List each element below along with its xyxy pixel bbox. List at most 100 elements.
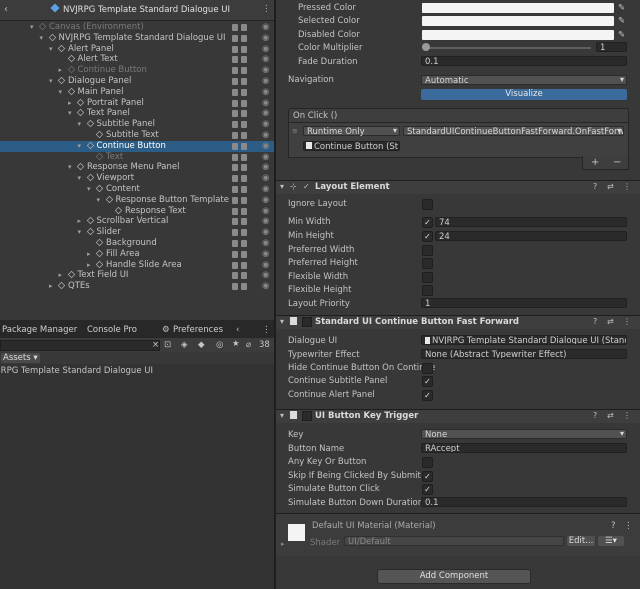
collapsed-arrow-icon[interactable]: ▸ [49,281,53,292]
typewriter-field[interactable]: None (Abstract Typewriter Effect) [421,349,627,359]
flexible-height-checkbox[interactable] [422,285,433,296]
hierarchy-row[interactable]: ▾ Slider ◉ [0,227,274,238]
enabled-checkbox[interactable] [302,317,312,327]
presets-icon[interactable]: ⇄ [607,182,614,191]
min-width-checkbox[interactable]: ✓ [422,217,433,228]
dialogue-ui-field[interactable]: NVJRPG Template Standard Dialogue UI (St… [421,335,627,345]
visibility-eye-icon[interactable]: ◉ [262,76,269,87]
runtime-dropdown[interactable]: Runtime Only [303,126,400,137]
skip-submit-checkbox[interactable]: ✓ [422,471,433,482]
add-component-button[interactable]: Add Component [377,569,531,584]
visibility-eye-icon[interactable]: ◉ [262,238,269,249]
min-height-checkbox[interactable]: ✓ [422,231,433,242]
visibility-eye-icon[interactable]: ◉ [262,216,269,227]
hide-continue-checkbox[interactable] [422,363,433,374]
hierarchy-row[interactable]: Subtitle Text ◉ [0,130,274,141]
fast-forward-header[interactable]: ▾ Standard UI Continue Button Fast Forwa… [276,315,640,329]
visibility-eye-icon[interactable]: ◉ [262,65,269,76]
collapsed-arrow-icon[interactable]: ▸ [78,216,82,227]
remove-item-button[interactable]: − [613,157,621,168]
layout-priority-input[interactable]: 1 [421,298,627,308]
favorite-star-icon[interactable]: ★ [232,339,240,349]
ignore-layout-checkbox[interactable] [422,199,433,210]
hierarchy-row[interactable]: ▾ Response Button Template ◉ [0,195,274,206]
visibility-eye-icon[interactable]: ◉ [262,141,269,152]
foldout-arrow-icon[interactable]: ▸ [281,540,285,548]
hierarchy-row[interactable]: Alert Text ◉ [0,54,274,65]
shader-options-icon[interactable]: ☰▾ [598,536,624,546]
component-menu-icon[interactable]: ⋮ [623,317,631,326]
object-field[interactable]: Continue Button (St [303,141,400,151]
min-width-input[interactable]: 74 [435,217,627,227]
panel-divider[interactable] [274,0,276,589]
scene-search-icon[interactable]: ⊡ [164,340,171,350]
visibility-eye-icon[interactable]: ◉ [262,108,269,119]
multiplier-slider-handle[interactable] [422,43,430,51]
add-item-button[interactable]: + [591,157,599,168]
tab-menu-icon[interactable]: ⋮ [262,325,271,335]
function-dropdown[interactable]: StandardUIContinueButtonFastForward.OnFa… [403,126,624,136]
multiplier-input[interactable]: 1 [596,42,627,52]
visibility-eye-icon[interactable]: ◉ [262,249,269,260]
visibility-eye-icon[interactable]: ◉ [262,281,269,292]
selected-color-field[interactable] [422,16,614,26]
edit-shader-button[interactable]: Edit... [567,536,595,546]
drag-handle-icon[interactable]: ≡ [292,127,298,135]
hierarchy-row[interactable]: ▾ Main Panel ◉ [0,87,274,98]
continue-subtitle-checkbox[interactable]: ✓ [422,376,433,387]
fade-duration-input[interactable]: 0.1 [421,56,627,66]
presets-icon[interactable]: ⇄ [607,411,614,420]
expanded-arrow-icon[interactable]: ▾ [68,108,72,119]
hierarchy-row[interactable]: ▸ Handle Slide Area ◉ [0,260,274,271]
component-menu-icon[interactable]: ⋮ [624,521,633,531]
visibility-eye-icon[interactable]: ◉ [262,152,269,163]
key-trigger-header[interactable]: ▾ UI Button Key Trigger ? ⇄ ⋮ [276,409,640,423]
collapsed-arrow-icon[interactable]: ▸ [59,270,63,281]
expanded-arrow-icon[interactable]: ▾ [78,119,82,130]
expanded-arrow-icon[interactable]: ▾ [40,33,44,44]
expanded-arrow-icon[interactable]: ▾ [78,227,82,238]
hierarchy-row[interactable]: ▾ NVJRPG Template Standard Dialogue UI ◉ [0,33,274,44]
visualize-button[interactable]: Visualize [421,89,627,100]
continue-alert-checkbox[interactable]: ✓ [422,390,433,401]
eyedropper-icon[interactable]: ✎ [618,16,625,26]
presets-icon[interactable]: ⇄ [607,317,614,326]
hierarchy-row[interactable]: ▸ Portrait Panel ◉ [0,98,274,109]
button-name-input[interactable]: RAccept [421,443,627,453]
enabled-checkbox[interactable]: ✓ [303,182,310,191]
any-key-checkbox[interactable] [422,457,433,468]
component-menu-icon[interactable]: ⋮ [623,182,631,191]
visibility-eye-icon[interactable]: ◉ [262,173,269,184]
label-filter-icon[interactable]: ◆ [198,340,205,350]
help-icon[interactable]: ? [593,411,597,420]
foldout-arrow-icon[interactable]: ▾ [280,182,284,191]
visibility-eye-icon[interactable]: ◉ [262,98,269,109]
shader-dropdown[interactable]: UI/Default [344,536,564,547]
visibility-eye-icon[interactable]: ◉ [262,184,269,195]
project-item[interactable]: NVJRPG Template Standard Dialogue UI [0,366,153,376]
hierarchy-row[interactable]: Text ◉ [0,152,274,163]
visibility-eye-icon[interactable]: ◉ [262,130,269,141]
more-menu-icon[interactable]: ⋮ [262,4,271,14]
min-height-input[interactable]: 24 [435,231,627,241]
tab-preferences[interactable]: Preferences [173,325,223,335]
hierarchy-row[interactable]: ▾ Viewport ◉ [0,173,274,184]
preferred-width-checkbox[interactable] [422,245,433,256]
help-icon[interactable]: ? [593,317,597,326]
back-arrow-icon[interactable]: ‹ [4,4,8,15]
expanded-arrow-icon[interactable]: ▾ [78,173,82,184]
visibility-eye-icon[interactable]: ◉ [262,206,269,217]
simulate-click-checkbox[interactable]: ✓ [422,484,433,495]
hierarchy-row[interactable]: ▾ Response Menu Panel ◉ [0,162,274,173]
visibility-eye-icon[interactable]: ◉ [262,227,269,238]
tab-overflow-icon[interactable]: ‹ [236,325,239,335]
help-icon[interactable]: ? [593,182,597,191]
expanded-arrow-icon[interactable]: ▾ [59,87,63,98]
eyedropper-icon[interactable]: ✎ [618,3,625,13]
visibility-eye-icon[interactable]: ◉ [262,22,269,33]
clear-search-icon[interactable]: × [152,340,159,350]
layout-element-header[interactable]: ▾ ⊹ ✓ Layout Element ? ⇄ ⋮ [276,180,640,194]
expanded-arrow-icon[interactable]: ▾ [78,141,82,152]
disabled-color-field[interactable] [422,30,614,40]
expanded-arrow-icon[interactable]: ▾ [30,22,34,33]
